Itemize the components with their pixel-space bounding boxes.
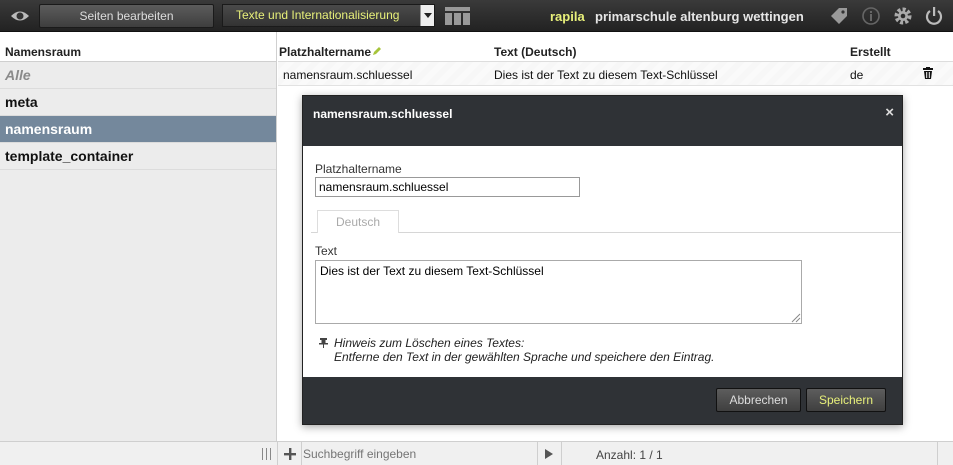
- column-header-created[interactable]: Erstellt: [850, 45, 891, 59]
- trash-icon[interactable]: [923, 67, 933, 79]
- text-field-label: Text: [315, 244, 338, 258]
- eye-icon[interactable]: [10, 7, 30, 25]
- close-icon[interactable]: ×: [885, 104, 894, 121]
- dialog-footer: Abbrechen Speichern: [303, 377, 902, 424]
- search-input[interactable]: [303, 445, 533, 463]
- pencil-icon: [373, 47, 381, 55]
- edit-string-dialog: namensraum.schluessel × Platzhaltername …: [302, 95, 903, 425]
- result-count: Anzahl: 1 / 1: [596, 448, 663, 462]
- bottom-divider: [277, 442, 278, 465]
- cancel-button[interactable]: Abbrechen: [716, 388, 801, 412]
- sidebar-header: Namensraum: [0, 32, 276, 62]
- chevron-down-icon[interactable]: [420, 5, 434, 26]
- top-bar: Seiten bearbeiten Texte und Internationa…: [0, 0, 953, 32]
- row-key: namensraum.schluessel: [283, 68, 413, 82]
- column-header-key[interactable]: Platzhaltername: [279, 45, 371, 59]
- bottom-divider: [561, 442, 562, 465]
- power-icon[interactable]: [924, 6, 944, 26]
- site-name: primarschule altenburg wettingen: [595, 9, 804, 24]
- key-field-label: Platzhaltername: [315, 162, 402, 176]
- tab-divider: [311, 232, 901, 233]
- sidebar-item-template-container[interactable]: template_container: [0, 143, 276, 170]
- play-icon[interactable]: [545, 449, 553, 459]
- table-row[interactable]: namensraum.schluessel Dies ist der Text …: [278, 62, 953, 86]
- edit-pages-button[interactable]: Seiten bearbeiten: [39, 4, 214, 28]
- bottom-bar: Anzahl: 1 / 1: [0, 441, 953, 465]
- plus-icon[interactable]: [284, 448, 296, 460]
- bottom-divider: [537, 442, 538, 465]
- text-input[interactable]: Dies ist der Text zu diesem Text-Schlüss…: [315, 260, 802, 324]
- module-select-value: Texte und Internationalisierung: [236, 8, 400, 22]
- resize-handle-icon[interactable]: [262, 448, 271, 460]
- sidebar-item-all[interactable]: Alle: [0, 62, 276, 89]
- key-input[interactable]: [315, 177, 580, 197]
- row-text: Dies ist der Text zu diesem Text-Schlüss…: [494, 68, 718, 82]
- info-icon[interactable]: [861, 6, 881, 26]
- namespace-sidebar: Namensraum Alle meta namensraum template…: [0, 32, 277, 441]
- tag-icon[interactable]: [829, 6, 849, 26]
- delete-hint: Hinweis zum Löschen eines Textes: Entfer…: [334, 336, 714, 364]
- layout-grid-icon[interactable]: [445, 7, 470, 25]
- hint-title: Hinweis zum Löschen eines Textes:: [334, 336, 525, 350]
- dialog-title: namensraum.schluessel: [313, 107, 453, 121]
- column-header-text[interactable]: Text (Deutsch): [494, 45, 576, 59]
- table-header: Platzhaltername Text (Deutsch) Erstellt: [278, 32, 953, 62]
- module-select[interactable]: Texte und Internationalisierung: [222, 4, 435, 27]
- pin-icon: [319, 338, 328, 348]
- resize-grip-icon[interactable]: [791, 313, 801, 323]
- save-button[interactable]: Speichern: [806, 388, 886, 412]
- hint-body: Entferne den Text in der gewählten Sprac…: [334, 350, 715, 364]
- row-language: de: [850, 68, 864, 82]
- brand-name: rapila: [550, 9, 585, 24]
- gear-icon[interactable]: [893, 6, 913, 26]
- sidebar-item-namensraum[interactable]: namensraum: [0, 116, 276, 143]
- bottom-divider: [937, 442, 938, 465]
- bottom-divider: [301, 442, 302, 465]
- sidebar-item-meta[interactable]: meta: [0, 89, 276, 116]
- dialog-header: namensraum.schluessel ×: [303, 96, 902, 146]
- tab-deutsch[interactable]: Deutsch: [317, 210, 399, 233]
